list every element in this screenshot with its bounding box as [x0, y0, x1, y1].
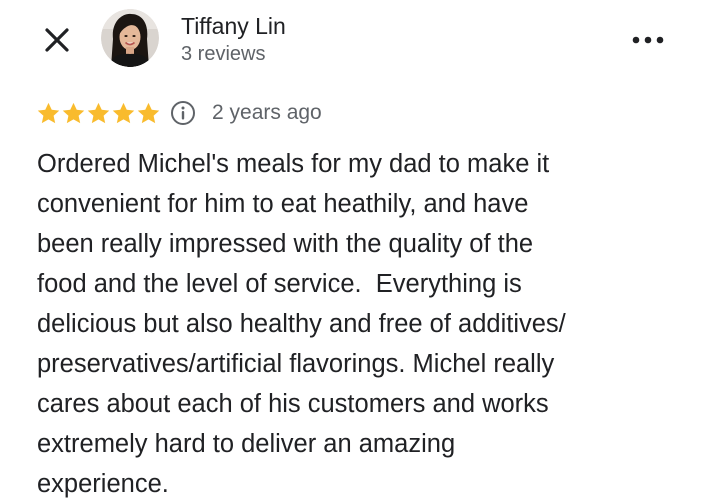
avatar[interactable] [101, 9, 159, 67]
review-text-line: been really impressed with the quality o… [37, 230, 534, 258]
review-text: Ordered Michel's meals for my dad to mak… [37, 144, 677, 501]
more-options-button[interactable] [628, 28, 668, 52]
star-icon [62, 102, 85, 123]
info-icon[interactable] [170, 100, 196, 126]
avatar-photo [101, 9, 159, 67]
author-review-count: 3 reviews [181, 43, 266, 65]
review-text-line: experience. [37, 470, 169, 498]
review-date: 2 years ago [212, 101, 322, 124]
review-card: Tiffany Lin 3 reviews 2 years ago Ordere… [0, 0, 705, 501]
close-icon [45, 28, 69, 52]
review-text-line: cares about each of his customers and wo… [37, 390, 549, 418]
star-rating [36, 101, 161, 126]
review-text-line: extremely hard to deliver an amazing [37, 430, 456, 458]
author-name[interactable]: Tiffany Lin [181, 12, 286, 40]
star-icon [137, 102, 160, 123]
review-text-line: convenient for him to eat heathily, and … [37, 190, 529, 218]
close-button[interactable] [40, 22, 76, 58]
star-icon [37, 102, 60, 123]
star-icon [87, 102, 110, 123]
star-icon [112, 102, 135, 123]
rating-row: 2 years ago [36, 98, 322, 128]
review-text-line: preservatives/artificial flavorings. Mic… [37, 350, 555, 378]
review-text-line: Ordered Michel's meals for my dad to mak… [37, 150, 550, 178]
more-vertical-dots-icon [632, 36, 664, 44]
review-text-line: food and the level of service. Everythin… [37, 270, 522, 298]
review-text-line: delicious but also healthy and free of a… [37, 310, 566, 338]
